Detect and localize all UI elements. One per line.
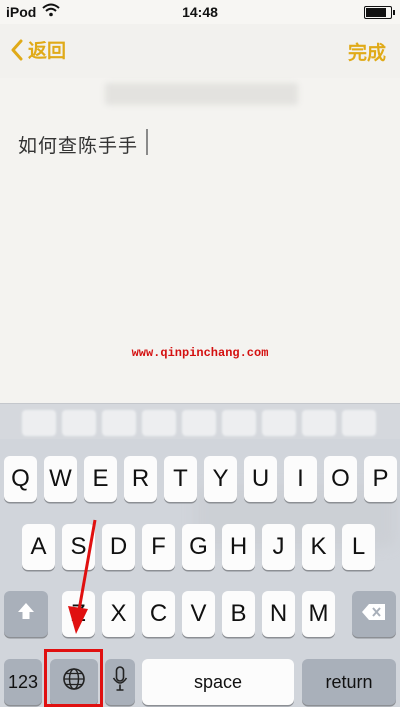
key-m[interactable]: M [302, 591, 335, 637]
delete-key[interactable] [352, 591, 396, 637]
key-j[interactable]: J [262, 524, 295, 570]
back-button[interactable]: 返回 [10, 36, 66, 63]
done-button[interactable]: 完成 [348, 38, 386, 65]
suggestion-placeholder [222, 410, 256, 436]
return-key[interactable]: return [302, 659, 396, 705]
microphone-icon [112, 665, 128, 699]
space-key[interactable]: space [142, 659, 294, 705]
key-e[interactable]: E [84, 456, 117, 502]
key-r[interactable]: R [124, 456, 157, 502]
key-i[interactable]: I [284, 456, 317, 502]
battery-icon [364, 6, 395, 19]
key-b[interactable]: B [222, 591, 255, 637]
key-g[interactable]: G [182, 524, 215, 570]
back-label: 返回 [28, 41, 67, 62]
key-z[interactable]: Z [62, 591, 95, 637]
delete-icon [361, 600, 387, 628]
key-k[interactable]: K [302, 524, 335, 570]
key-d[interactable]: D [102, 524, 135, 570]
suggestion-placeholder [102, 410, 136, 436]
suggestion-placeholder [182, 410, 216, 436]
key-x[interactable]: X [102, 591, 135, 637]
key-h[interactable]: H [222, 524, 255, 570]
shift-key[interactable] [4, 591, 48, 637]
key-s[interactable]: S [62, 524, 95, 570]
key-p[interactable]: P [364, 456, 397, 502]
suggestion-placeholder [302, 410, 336, 436]
navigation-bar: 返回 完成 [0, 24, 400, 78]
shift-icon [16, 600, 36, 628]
key-c[interactable]: C [142, 591, 175, 637]
status-bar: iPod 14:48 [0, 0, 400, 24]
key-l[interactable]: L [342, 524, 375, 570]
key-n[interactable]: N [262, 591, 295, 637]
key-t[interactable]: T [164, 456, 197, 502]
key-f[interactable]: F [142, 524, 175, 570]
numbers-key[interactable]: 123 [4, 659, 42, 705]
text-cursor [146, 129, 148, 155]
watermark-text: www.qinpinchang.com [131, 346, 269, 360]
suggestion-placeholder [22, 410, 56, 436]
highlight-box [44, 649, 103, 707]
key-q[interactable]: Q [4, 456, 37, 502]
key-u[interactable]: U [244, 456, 277, 502]
keyboard-suggestion-bar [0, 403, 400, 440]
chevron-left-icon [10, 39, 24, 61]
suggestion-placeholder [342, 410, 376, 436]
key-v[interactable]: V [182, 591, 215, 637]
blurred-date [105, 83, 298, 105]
suggestion-placeholder [142, 410, 176, 436]
note-text[interactable]: 如何查陈手手 [18, 131, 138, 158]
suggestion-placeholder [262, 410, 296, 436]
microphone-key[interactable] [105, 659, 135, 705]
suggestion-placeholder [62, 410, 96, 436]
status-time: 14:48 [182, 4, 218, 20]
key-w[interactable]: W [44, 456, 77, 502]
key-y[interactable]: Y [204, 456, 237, 502]
key-a[interactable]: A [22, 524, 55, 570]
key-o[interactable]: O [324, 456, 357, 502]
